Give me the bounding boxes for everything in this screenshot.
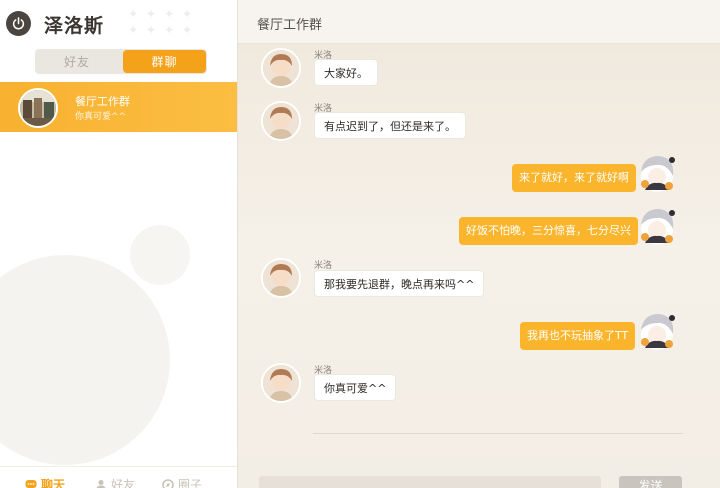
tab-groups[interactable]: 群聊	[123, 50, 206, 73]
sender-avatar[interactable]	[261, 48, 301, 88]
bottom-nav: 聊天 好友 圈子	[0, 466, 237, 488]
chat-title: 餐厅工作群	[257, 18, 323, 33]
sidebar-header: 泽洛斯	[0, 0, 237, 46]
sender-avatar[interactable]	[261, 363, 301, 403]
username: 泽洛斯	[44, 15, 105, 37]
message-bubble: 那我要先退群，晚点再来吗^^	[314, 270, 485, 297]
background-decoration	[130, 225, 190, 285]
message-bubble-self: 来了就好，来了就好啊	[512, 164, 636, 192]
sender-avatar[interactable]	[261, 258, 301, 298]
sidebar: ✦✦✦✦ ✦✦✦✦ 泽洛斯 好友 群聊 餐厅工作群 你真可爱^^ 聊天 好友 圈…	[0, 0, 238, 488]
person-icon	[96, 479, 106, 488]
conversation-name: 餐厅工作群	[75, 95, 130, 108]
contact-type-switch: 好友 群聊	[35, 49, 207, 74]
compass-icon	[162, 478, 174, 488]
chat-panel: 餐厅工作群 米洛 大家好。 米洛 有点迟到了，但还是来了。 来了就好，来了就好啊…	[238, 0, 720, 488]
send-button[interactable]: 发送	[619, 476, 682, 488]
nav-chat-label: 聊天	[41, 478, 66, 488]
group-avatar	[18, 88, 58, 128]
self-avatar[interactable]	[633, 203, 679, 249]
chat-header: 餐厅工作群	[238, 0, 720, 44]
power-button[interactable]	[6, 11, 31, 36]
message-input[interactable]	[259, 476, 601, 488]
chat-bubble-icon	[25, 479, 37, 488]
background-decoration	[0, 255, 170, 465]
message-bubble: 大家好。	[314, 59, 378, 86]
self-avatar[interactable]	[633, 150, 679, 196]
nav-circle[interactable]: 圈子	[162, 476, 202, 488]
nav-friends[interactable]: 好友	[95, 476, 135, 488]
self-avatar[interactable]	[633, 308, 679, 354]
conversation-last-message: 你真可爱^^	[75, 112, 127, 122]
sender-avatar[interactable]	[261, 101, 301, 141]
message-bubble: 有点迟到了，但还是来了。	[314, 112, 466, 139]
nav-circle-label: 圈子	[178, 478, 203, 488]
power-icon	[12, 17, 25, 30]
message-bubble-self: 好饭不怕晚，三分惊喜，七分尽兴	[459, 217, 638, 245]
message-bubble-self: 我再也不玩抽象了TT	[520, 322, 636, 350]
message-bubble: 你真可爱^^	[314, 374, 397, 401]
nav-friends-label: 好友	[111, 478, 136, 488]
divider	[313, 433, 683, 434]
conversation-item[interactable]: 餐厅工作群 你真可爱^^	[0, 82, 237, 132]
nav-chat[interactable]: 聊天	[25, 476, 65, 488]
tab-friends[interactable]: 好友	[35, 49, 119, 74]
